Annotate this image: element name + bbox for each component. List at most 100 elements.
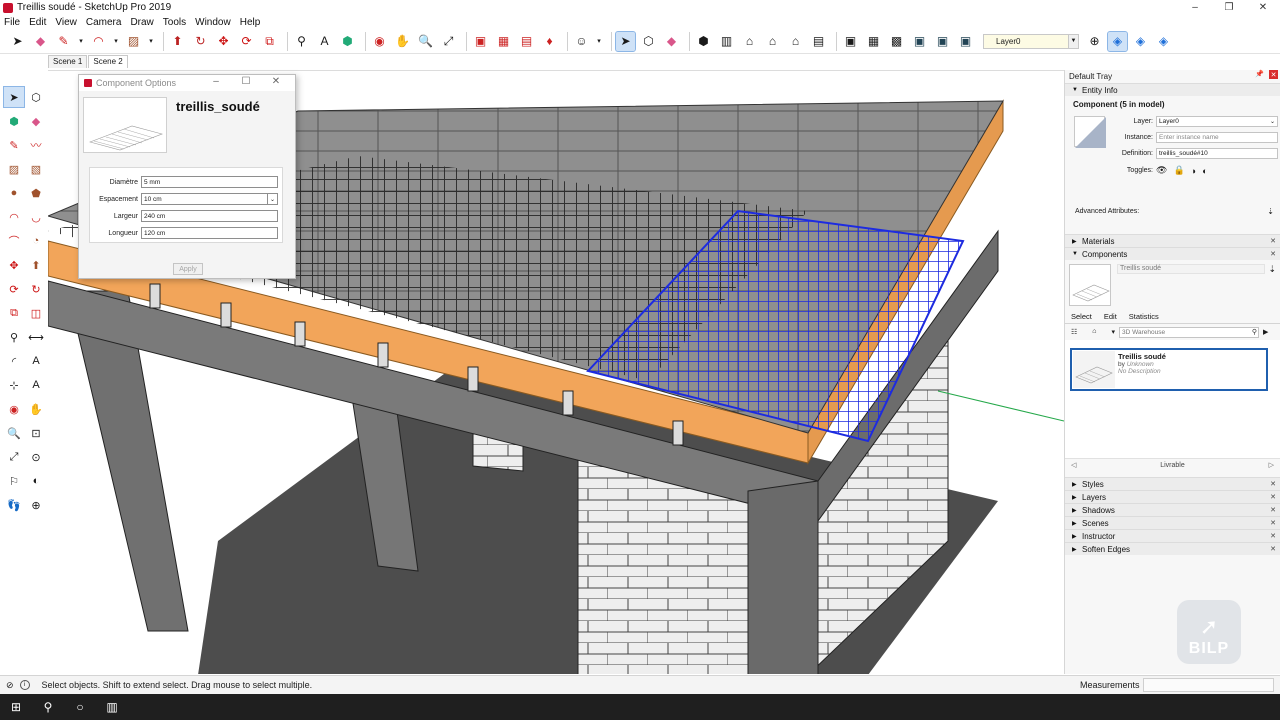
instructor-header[interactable]: ▶ Instructor ✕ (1065, 529, 1280, 542)
arc-icon[interactable]: ◠ (4, 207, 24, 227)
advanced-attributes-icon[interactable]: ⇣ (1267, 207, 1274, 216)
extension-warehouse-icon[interactable]: ▤ (517, 32, 536, 51)
orbit-icon[interactable]: ◉ (4, 399, 24, 419)
back-arrow-icon[interactable]: ◁ (1071, 461, 1076, 469)
warehouse-icon[interactable]: ▣ (471, 32, 490, 51)
line-icon[interactable]: ✎ (4, 135, 24, 155)
offset-icon[interactable]: ◫ (26, 303, 46, 323)
close-panel-icon[interactable]: ✕ (1270, 250, 1276, 258)
zoom-extents-icon[interactable]: ⤢ (439, 32, 458, 51)
move-icon[interactable]: ✥ (214, 32, 233, 51)
close-panel-icon[interactable]: ✕ (1270, 545, 1276, 553)
front-view-icon[interactable]: ▥ (717, 32, 736, 51)
make-component-icon[interactable]: ⬡ (639, 32, 658, 51)
select-tool-icon[interactable]: ➤ (8, 32, 27, 51)
arc-icon[interactable]: ◠ (89, 32, 108, 51)
two-point-arc-icon[interactable]: ◡ (26, 207, 46, 227)
move-icon[interactable]: ✥ (4, 255, 24, 275)
push-pull-icon[interactable]: ⬆ (26, 255, 46, 275)
follow-me-icon[interactable]: ↻ (26, 279, 46, 299)
search-icon[interactable]: ⚲ (32, 700, 64, 714)
arc-dropdown-icon[interactable]: ▾ (112, 32, 120, 51)
entity-info-header[interactable]: ▼ Entity Info (1065, 83, 1280, 96)
axes-icon[interactable]: ⊹ (4, 375, 24, 395)
layers-header[interactable]: ▶ Layers ✕ (1065, 490, 1280, 503)
close-panel-icon[interactable]: ✕ (1270, 480, 1276, 488)
push-pull-icon[interactable]: ⬆ (168, 32, 187, 51)
restore-button[interactable]: ❐ (1212, 0, 1246, 15)
tab-select[interactable]: Select (1071, 310, 1092, 323)
zoom-icon[interactable]: 🔍 (416, 32, 435, 51)
shapes-dropdown-icon[interactable]: ▾ (147, 32, 155, 51)
components-header[interactable]: ▼ Components ✕ (1065, 247, 1280, 260)
tab-scene-2[interactable]: Scene 2 (88, 55, 128, 68)
instance-input[interactable]: Enter instance name (1156, 132, 1278, 143)
paint-bucket-icon[interactable]: ⬢ (4, 111, 24, 131)
tab-edit[interactable]: Edit (1104, 310, 1117, 323)
rotate-icon[interactable]: ⟳ (237, 32, 256, 51)
definition-input[interactable]: treillis_soudé#10 (1156, 148, 1278, 159)
make-component-icon[interactable]: ⬡ (26, 87, 46, 107)
orbit-icon[interactable]: ◉ (370, 32, 389, 51)
follow-me-icon[interactable]: ↻ (191, 32, 210, 51)
right-view-icon[interactable]: ⌂ (786, 32, 805, 51)
shadow-receive-toggle-icon[interactable]: ◑ (1191, 166, 1196, 176)
forward-arrow-icon[interactable]: ▷ (1269, 461, 1274, 469)
top-view-icon[interactable]: ⌂ (763, 32, 782, 51)
tape-measure-icon[interactable]: ⚲ (4, 327, 24, 347)
paint-bucket-icon[interactable]: ⬢ (338, 32, 357, 51)
rectangle-icon[interactable]: ▨ (4, 159, 24, 179)
text-icon[interactable]: A (315, 32, 334, 51)
search-icon[interactable]: ⚲ (1252, 328, 1257, 336)
layer-dropdown[interactable]: Layer0 ▼ (983, 33, 1079, 49)
section-display-icon[interactable]: ◈ (1131, 32, 1150, 51)
close-icon[interactable]: ✕ (261, 76, 291, 87)
close-panel-icon[interactable]: ✕ (1270, 237, 1276, 245)
scenes-header[interactable]: ▶ Scenes ✕ (1065, 516, 1280, 529)
polygon-icon[interactable]: ⬟ (26, 183, 46, 203)
eraser-icon[interactable]: ◆ (26, 111, 46, 131)
close-panel-icon[interactable]: ✕ (1270, 493, 1276, 501)
monochrome-style-icon[interactable]: ▣ (956, 32, 975, 51)
close-panel-icon[interactable]: ✕ (1270, 532, 1276, 540)
line-dropdown-icon[interactable]: ▾ (77, 32, 85, 51)
eraser-icon[interactable]: ◆ (31, 32, 50, 51)
protractor-icon[interactable]: ◜ (4, 351, 24, 371)
shaded-style-icon[interactable]: ▣ (910, 32, 929, 51)
tab-statistics[interactable]: Statistics (1129, 310, 1159, 323)
textured-style-icon[interactable]: ▣ (933, 32, 952, 51)
measurements-input[interactable] (1143, 678, 1274, 692)
iso-view-icon[interactable]: ⬢ (694, 32, 713, 51)
menu-help[interactable]: Help (240, 17, 261, 28)
hidden-line-style-icon[interactable]: ▩ (887, 32, 906, 51)
look-around-icon[interactable]: ◐ (26, 471, 46, 491)
scale-icon[interactable]: ⧉ (260, 32, 279, 51)
pan-icon[interactable]: ✋ (26, 399, 46, 419)
warehouse-search-input[interactable]: 3D Warehouse ⚲ (1119, 326, 1259, 338)
select-tool-active-icon[interactable]: ➤ (615, 30, 636, 52)
three-point-arc-icon[interactable]: ⌒ (4, 231, 24, 251)
select-icon[interactable]: ➤ (3, 86, 25, 108)
forward-arrow-icon[interactable]: ▶ (1263, 328, 1268, 336)
list-view-icon[interactable]: ☷ (1071, 328, 1077, 336)
rotate-icon[interactable]: ⟳ (4, 279, 24, 299)
pencil-icon[interactable]: ✎ (54, 32, 73, 51)
layer-select[interactable]: Layer0 ⌄ (1156, 116, 1278, 127)
pie-icon[interactable]: ◔ (26, 231, 46, 251)
close-icon[interactable]: ✕ (1269, 70, 1278, 79)
wireframe-style-icon[interactable]: ▦ (864, 32, 883, 51)
ruby-icon[interactable]: ♦ (540, 32, 559, 51)
home-view-icon[interactable]: ⌂ (740, 32, 759, 51)
eraser-secondary-icon[interactable]: ◆ (662, 32, 681, 51)
menu-file[interactable]: File (4, 17, 20, 28)
section-plane-icon[interactable]: ◈ (1107, 30, 1128, 52)
menu-view[interactable]: View (55, 17, 77, 28)
previous-view-icon[interactable]: ⊙ (26, 447, 46, 467)
user-dropdown-icon[interactable]: ▾ (595, 32, 603, 51)
selected-component-name[interactable]: Treillis soudé (1117, 264, 1265, 274)
section-plane-icon[interactable]: ⊕ (26, 495, 46, 515)
details-arrow-icon[interactable]: ⇣ (1268, 264, 1276, 275)
walk-icon[interactable]: 👣 (4, 495, 24, 515)
text-icon[interactable]: A (26, 351, 46, 371)
menu-tools[interactable]: Tools (163, 17, 186, 28)
